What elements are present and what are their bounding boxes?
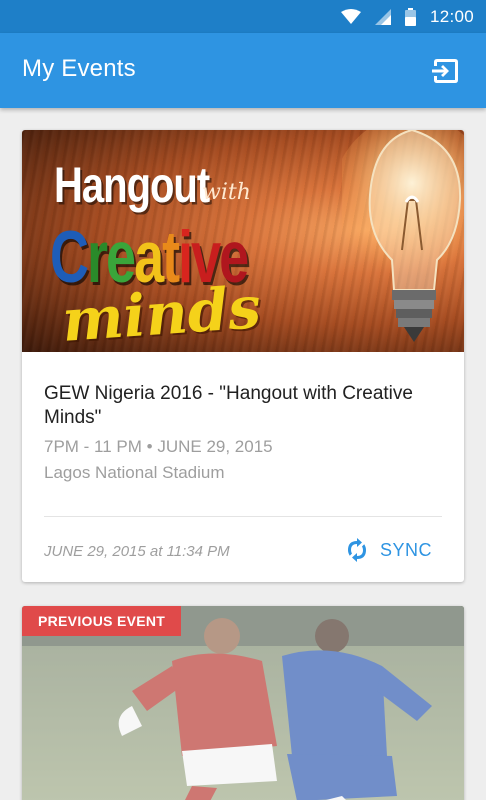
banner-text-minds: minds: [59, 273, 263, 352]
event-title: GEW Nigeria 2016 - "Hangout with Creativ…: [44, 383, 413, 428]
sync-icon: [347, 538, 366, 562]
event-card[interactable]: Hangout with Creative minds GEW Nigeria …: [22, 130, 464, 582]
event-banner-image: Hangout with Creative minds: [22, 130, 464, 352]
wifi-icon: [340, 9, 361, 24]
lightbulb-illustration: [342, 130, 464, 342]
event-time: 7PM - 11 PM • JUNE 29, 2015: [44, 437, 273, 456]
banner-text-hangout: Hangout: [54, 158, 210, 213]
page-title: My Events: [22, 55, 136, 82]
signal-icon: [374, 9, 391, 25]
event-details: GEW Nigeria 2016 - "Hangout with Creativ…: [44, 382, 444, 484]
status-bar: 12:00: [0, 0, 486, 33]
divider: [44, 516, 442, 517]
event-card-previous[interactable]: PREVIOUS EVENT: [22, 606, 464, 800]
logout-button[interactable]: [426, 52, 466, 90]
sync-button[interactable]: SYNC: [344, 537, 432, 563]
last-synced-time: JUNE 29, 2015 at 11:34 PM: [44, 543, 230, 560]
app-bar: My Events: [0, 33, 486, 108]
sync-label: SYNC: [379, 539, 432, 560]
event-venue: Lagos National Stadium: [44, 463, 225, 482]
battery-icon: [404, 8, 416, 26]
previous-event-badge: PREVIOUS EVENT: [22, 606, 182, 636]
status-icons: 12:00: [340, 7, 474, 27]
exit-icon: [432, 59, 458, 83]
banner-text-with: with: [202, 180, 251, 205]
status-time: 12:00: [429, 7, 474, 26]
